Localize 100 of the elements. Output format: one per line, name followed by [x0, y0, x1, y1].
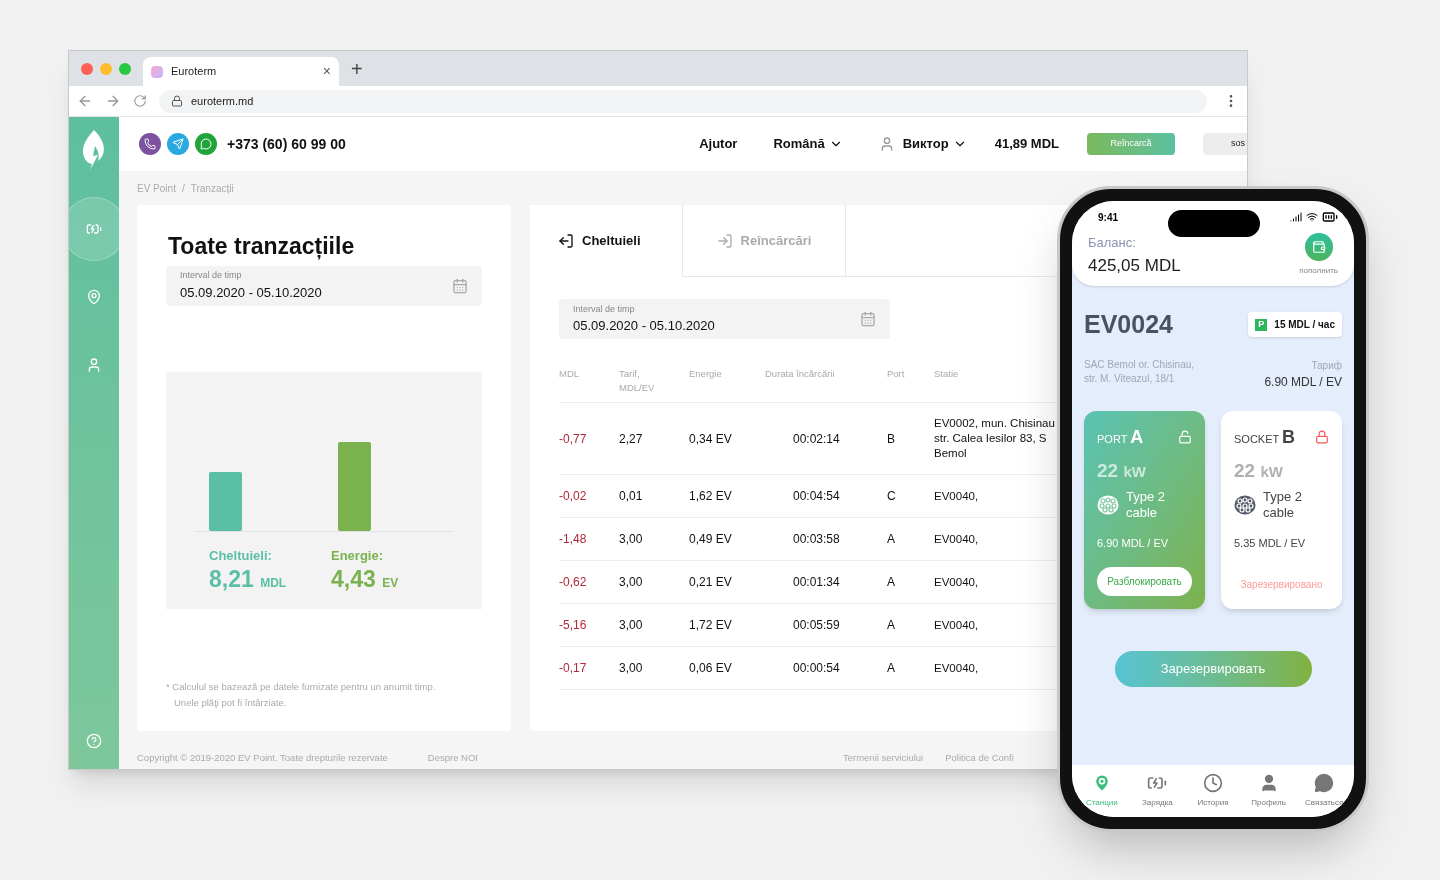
breadcrumb-separator: /	[181, 181, 185, 196]
unlock-button[interactable]: Разблокировать	[1097, 566, 1192, 596]
port-label: PORT A	[1097, 425, 1144, 449]
port-price: 5.35 MDL / EV	[1234, 536, 1307, 551]
lock-icon	[171, 95, 183, 107]
viber-icon[interactable]	[139, 133, 161, 155]
calendar-icon	[860, 311, 876, 327]
table-cell-text: 3,00	[619, 574, 644, 591]
calendar-icon	[452, 277, 468, 294]
reload-icon[interactable]	[133, 94, 147, 108]
amount-cell-text: -1,48	[559, 531, 588, 548]
reserved-status: Зарезервировано	[1240, 577, 1323, 592]
table-cell-text: 00:03:58	[792, 531, 841, 548]
tariff-label: Тариф	[1311, 358, 1342, 373]
station-text: str. Calea Iesilor 83, S	[934, 431, 1048, 446]
column-header: Port	[887, 367, 906, 381]
forward-icon[interactable]	[105, 93, 121, 109]
port-price: 6.90 MDL / EV	[1097, 536, 1170, 551]
close-window-icon[interactable]	[81, 62, 93, 75]
favicon-icon	[151, 65, 163, 78]
table-cell-text: 2,27	[619, 430, 644, 448]
date-range-field[interactable]: Interval de timp 05.09.2020 - 05.10.2020	[559, 299, 890, 339]
table-cell-text: 3,00	[619, 617, 644, 634]
port-card[interactable]: PORT A 22 kW Type 2 cable 6.90 MDL / EV Разблокировать	[1084, 410, 1205, 609]
sidebar-item[interactable]	[69, 197, 119, 261]
phone-number: +373 (60) 60 99 00	[227, 134, 346, 154]
column-header: Durata încărcării	[765, 367, 836, 381]
nav-item[interactable]: Станции	[1074, 773, 1129, 809]
browser-tab[interactable]: Euroterm ×	[143, 57, 339, 86]
table-cell-text: 00:02:14	[792, 430, 841, 448]
help-icon[interactable]	[86, 733, 102, 749]
url-field[interactable]: euroterm.md	[159, 89, 1207, 113]
station-text: EV0040,	[934, 531, 980, 547]
stat-label: Cheltuieli:	[209, 546, 273, 565]
station-text: EV0002, mun. Chisinau	[934, 416, 1054, 431]
table-cell-text: C	[887, 488, 897, 505]
account-balance: 41,89 MDL	[994, 135, 1059, 154]
balance-value: 425,05 MDL	[1088, 254, 1181, 277]
table-cell-text: 00:05:59	[792, 617, 841, 634]
stat-value: 8,21 MDL	[209, 565, 288, 594]
station-address: str. M. Viteazul, 18/1	[1084, 371, 1176, 386]
port-card[interactable]: SOCKET B 22 kW Type 2 cable 5.35 MDL / EV Зарезервировано	[1221, 410, 1342, 609]
language-dropdown[interactable]: Română	[773, 134, 843, 154]
table-cell-text: 0,21 EV	[689, 574, 733, 591]
whatsapp-icon[interactable]	[195, 133, 217, 155]
connector-icon	[1234, 495, 1256, 515]
user-dropdown[interactable]: Виктор	[902, 134, 967, 154]
nav-item[interactable]: Зарядка	[1130, 773, 1185, 809]
maximize-window-icon[interactable]	[119, 62, 131, 75]
column-header: Energie	[689, 367, 723, 381]
stat-label: Energie:	[331, 546, 384, 565]
chat-icon	[1314, 773, 1335, 793]
status-time: 9:41	[1098, 210, 1118, 225]
topup-button[interactable]	[1304, 233, 1333, 261]
close-tab-button[interactable]: ×	[322, 61, 331, 82]
copyright-text: Copyright © 2019-2020 EV Point. Toate drepturile rezervate	[137, 750, 388, 765]
user-icon	[86, 357, 102, 373]
table-cell-text: A	[887, 660, 896, 677]
connector-type: Type 2 cable	[1263, 489, 1304, 521]
parking-sign: P	[1255, 318, 1268, 331]
nav-item[interactable]: История	[1186, 773, 1240, 809]
station-text: EV0040,	[934, 617, 980, 633]
new-tab-button[interactable]: +	[351, 53, 363, 84]
table-cell-text: 00:01:34	[792, 574, 841, 591]
sos-button[interactable]: sos	[1203, 133, 1247, 155]
station-text: Bemol	[934, 446, 968, 461]
table-cell-text: 00:00:54	[792, 660, 841, 677]
station-id: EV0024	[1084, 309, 1173, 340]
topup-label: пополнить	[1299, 265, 1338, 277]
amount-cell-text: -0,02	[559, 488, 588, 505]
table-cell-text: 3,00	[619, 660, 644, 677]
charging-icon	[86, 221, 102, 237]
footnote-text: Unele plăţi pot fi întârziate.	[173, 695, 288, 710]
parking-badge: P 15 MDL / час	[1248, 312, 1342, 338]
column-header: Statie	[934, 367, 960, 381]
exit-icon	[558, 233, 574, 249]
amount-cell-text: -0,62	[559, 574, 588, 591]
table-cell-text: 0,49 EV	[689, 531, 733, 548]
column-header: Tarif, MDL/EV	[619, 367, 656, 396]
nav-item[interactable]: Профиль	[1241, 773, 1296, 809]
station-text: EV0040,	[934, 660, 980, 676]
port-power: 22 kW	[1234, 458, 1284, 483]
amount-cell-text: -0,77	[559, 430, 588, 448]
amount-cell-text: -5,16	[559, 617, 588, 634]
date-range-field[interactable]: Interval de timp 05.09.2020 - 05.10.2020	[166, 265, 482, 306]
table-cell-text: 3,00	[619, 531, 644, 548]
back-icon[interactable]	[77, 93, 93, 109]
connector-icon	[1097, 495, 1119, 515]
wallet-icon	[1311, 240, 1326, 254]
tab-title: Euroterm	[171, 64, 218, 80]
page-title: Toate tranzacțiile	[167, 232, 356, 262]
column-header: MDL	[559, 367, 581, 381]
balance-label: Баланс:	[1088, 234, 1137, 252]
station-text: EV0040,	[934, 574, 980, 590]
help-link[interactable]: Ajutor	[699, 134, 738, 154]
wifi-icon	[1306, 211, 1318, 223]
telegram-icon[interactable]	[167, 133, 189, 155]
table-cell-text: 0,34 EV	[689, 430, 733, 448]
clock-icon	[1203, 773, 1223, 793]
nav-item[interactable]: Связаться	[1297, 773, 1352, 809]
